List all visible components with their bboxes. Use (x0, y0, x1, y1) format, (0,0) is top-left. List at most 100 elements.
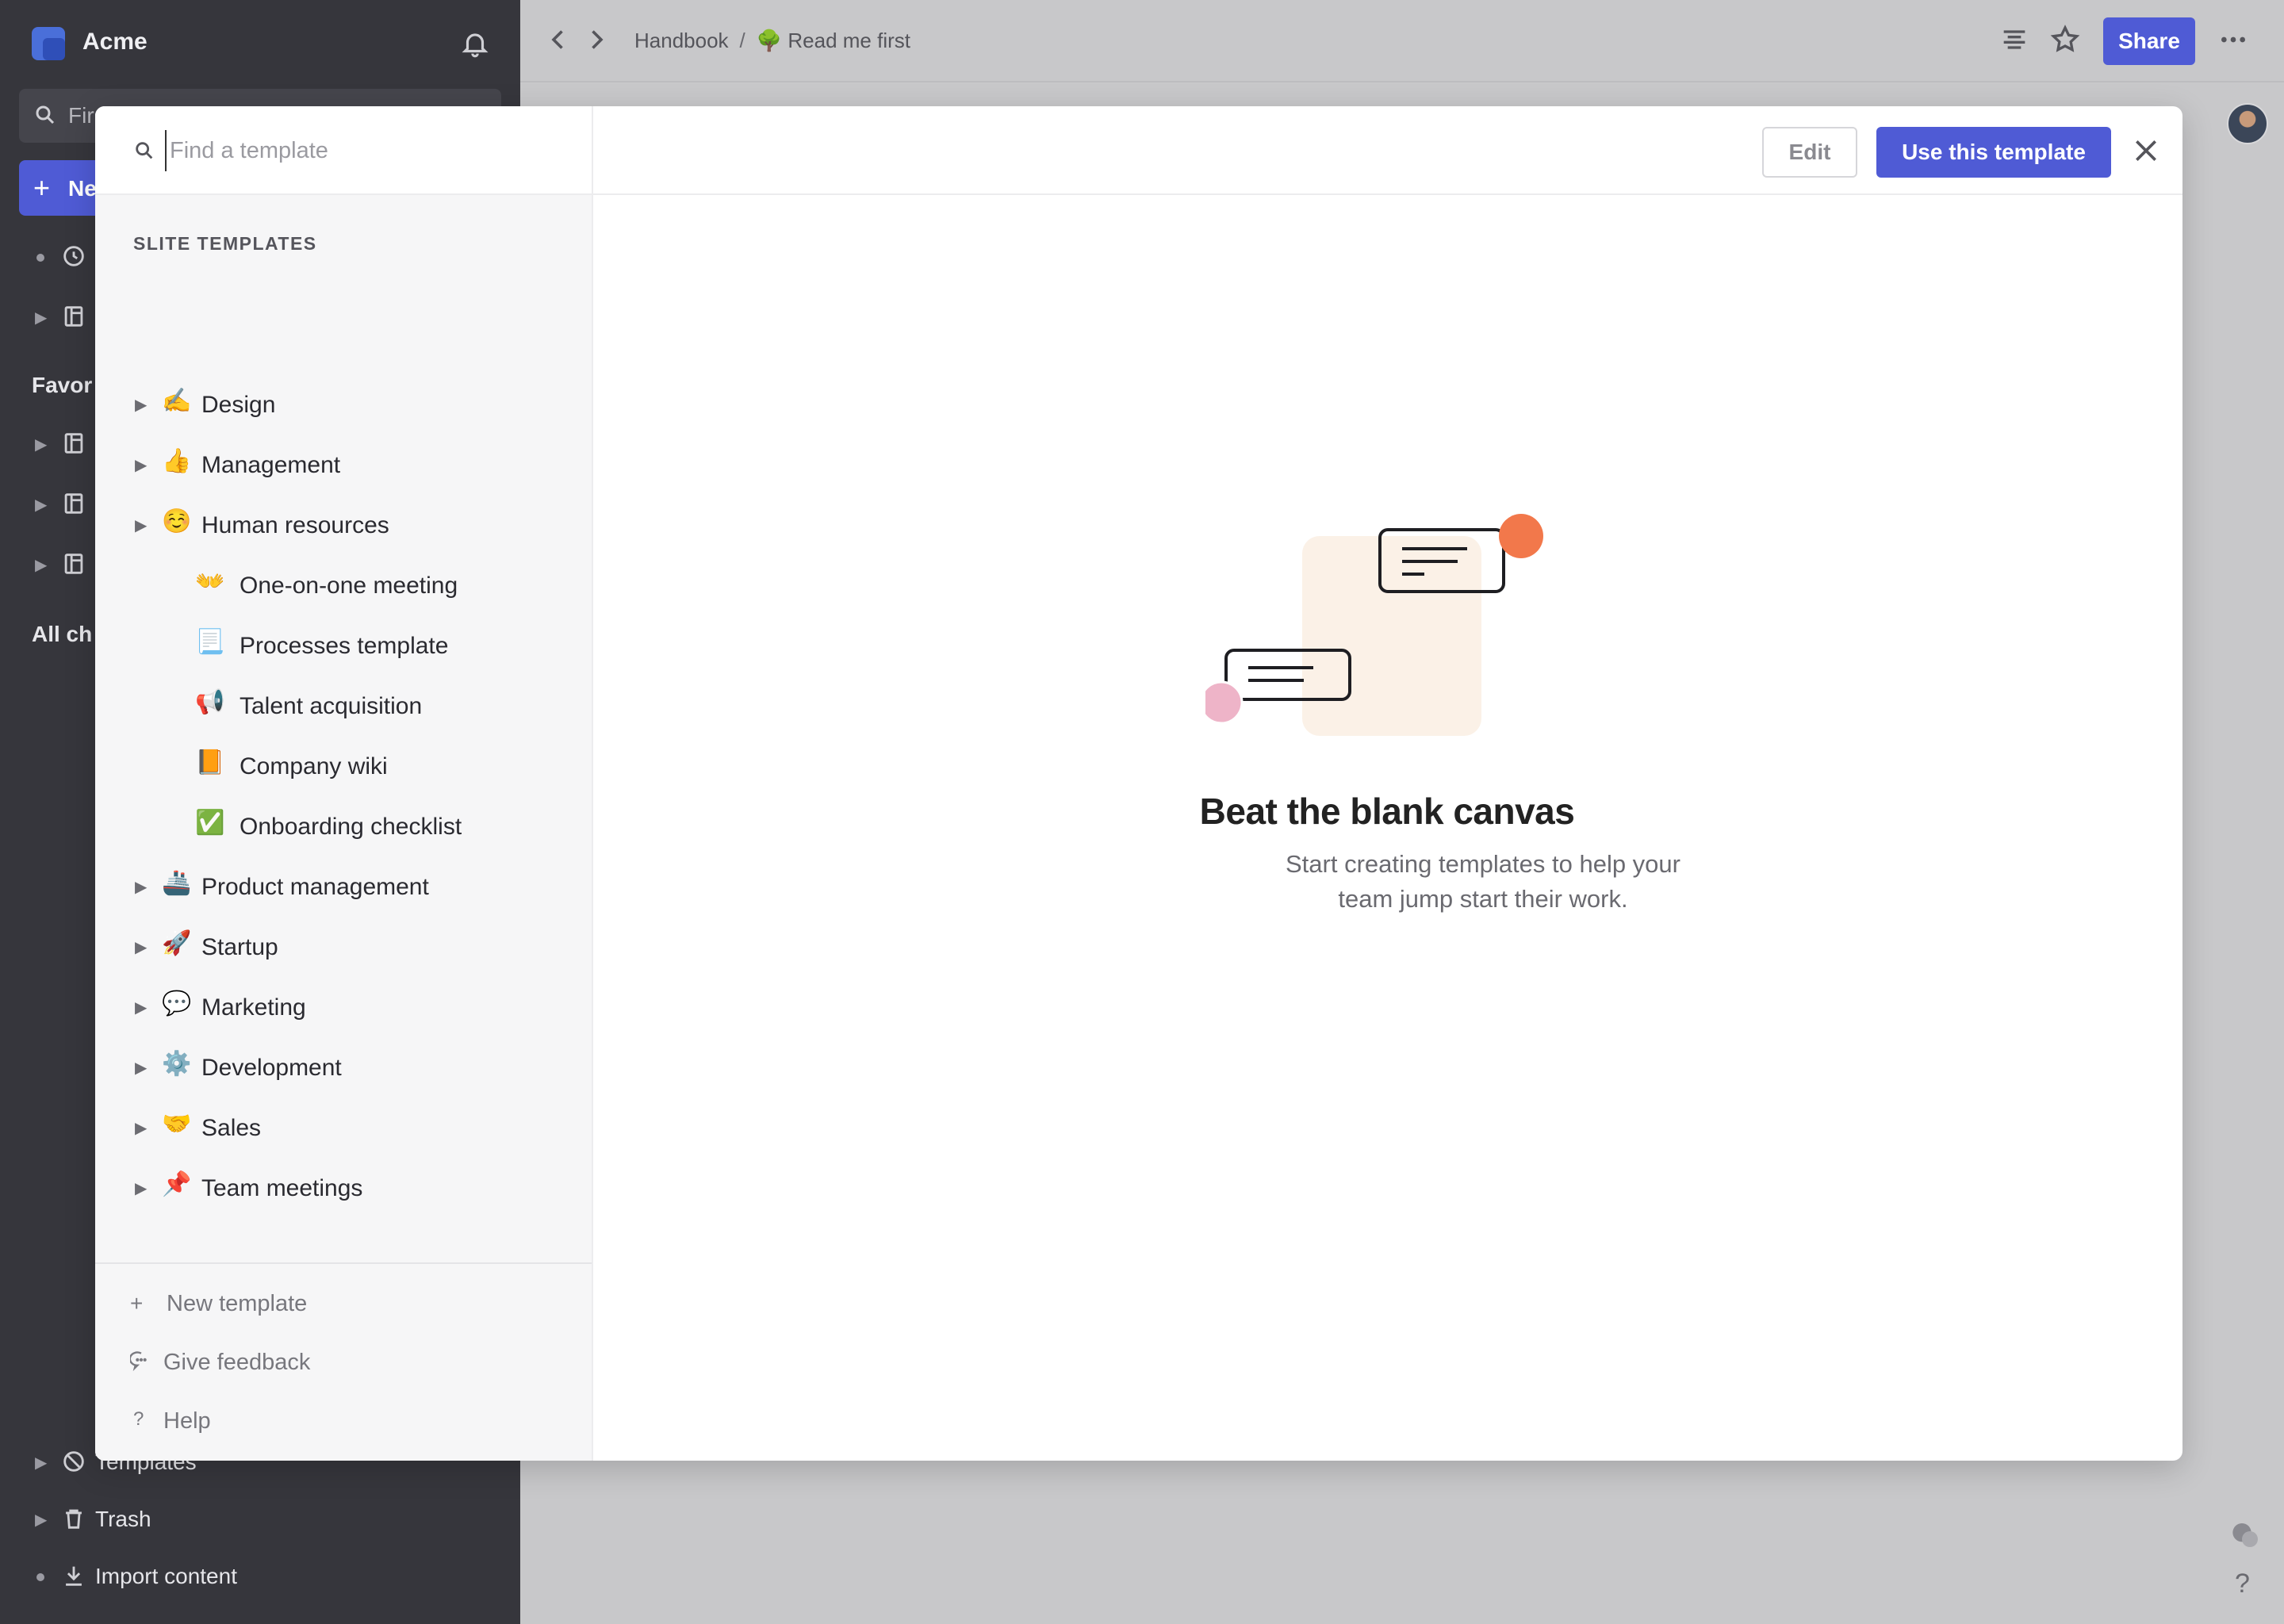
speech-bubble-emoji-icon: 💬 (162, 990, 192, 1017)
section-title: SLITE TEMPLATES (133, 233, 317, 254)
sidebar-item-label: Trash (95, 1507, 151, 1531)
feedback-bubble-icon (130, 1351, 147, 1372)
template-label: Marketing (201, 994, 306, 1021)
doc-icon (64, 553, 83, 574)
check-mark-emoji-icon: ✅ (195, 810, 225, 836)
breadcrumb: Handbook / 🌳 Read me first (634, 29, 910, 53)
template-label: One-on-one meeting (240, 573, 458, 599)
empty-state-description: Start creating templates to help your te… (1286, 850, 1680, 913)
tree-emoji-icon: 🌳 (756, 29, 783, 52)
template-category-product-management[interactable]: ▶ 🚢 Product management (95, 858, 592, 918)
template-item-onboarding-checklist[interactable]: ✅ Onboarding checklist (95, 798, 592, 858)
new-template-label: New template (167, 1291, 308, 1316)
expand-arrow-icon[interactable]: ▶ (135, 1118, 147, 1138)
template-category-marketing[interactable]: ▶ 💬 Marketing (95, 979, 592, 1039)
bullet-icon (36, 1573, 44, 1581)
more-options-icon[interactable] (2217, 24, 2249, 56)
template-category-team-meetings[interactable]: ▶ 📌 Team meetings (95, 1159, 592, 1220)
templates-icon (63, 1451, 84, 1472)
expand-arrow-icon[interactable]: ▶ (135, 395, 147, 415)
workspace-logo[interactable] (32, 27, 65, 60)
star-icon[interactable] (2049, 24, 2081, 56)
edit-button[interactable]: Edit (1762, 127, 1857, 178)
template-item-processes[interactable]: 📃 Processes template (95, 617, 592, 677)
expand-arrow-icon[interactable]: ▶ (135, 1058, 147, 1078)
template-category-development[interactable]: ▶ ⚙️ Development (95, 1039, 592, 1099)
expand-arrow-icon[interactable]: ▶ (35, 1510, 47, 1530)
clock-icon (63, 246, 84, 266)
close-icon[interactable] (2130, 135, 2162, 167)
ship-emoji-icon: 🚢 (162, 870, 192, 896)
plus-icon: + (33, 171, 51, 204)
search-icon (36, 105, 55, 124)
template-label: Human resources (201, 512, 389, 538)
doc-icon (64, 306, 83, 327)
template-item-talent-acquisition[interactable]: 📢 Talent acquisition (95, 677, 592, 737)
notifications-bell-icon[interactable] (460, 29, 490, 59)
writing-hand-emoji-icon: ✍️ (162, 388, 192, 414)
expand-arrow-icon[interactable]: ▶ (135, 998, 147, 1017)
open-hands-emoji-icon: 👐 (195, 569, 225, 595)
forward-arrow-icon[interactable] (582, 25, 611, 54)
template-category-startup[interactable]: ▶ 🚀 Startup (95, 918, 592, 979)
plus-icon: + (130, 1291, 144, 1316)
expand-arrow-icon[interactable]: ▶ (135, 937, 147, 957)
all-channels-heading: All ch (32, 622, 93, 646)
use-template-button[interactable]: Use this template (1876, 127, 2111, 178)
expand-arrow-icon[interactable]: ▶ (35, 1453, 47, 1473)
workspace-name[interactable]: Acme (82, 29, 148, 56)
megaphone-emoji-icon: 📢 (195, 689, 225, 715)
modal-header: Edit Use this template (592, 106, 2182, 195)
expand-arrow-icon[interactable]: ▶ (135, 515, 147, 535)
rocket-emoji-icon: 🚀 (162, 930, 192, 956)
breadcrumb-separator: / (739, 29, 745, 52)
favorites-heading: Favor (32, 373, 93, 397)
expand-arrow-icon[interactable]: ▶ (135, 455, 147, 475)
breadcrumb-parent[interactable]: Handbook (634, 29, 729, 52)
back-arrow-icon[interactable] (544, 25, 573, 54)
template-category-human-resources[interactable]: ▶ ☺️ Human resources (95, 496, 592, 557)
template-picker-modal: SLITE TEMPLATES ▶ ✍️ Design ▶ 👍 Manageme… (95, 106, 2182, 1461)
template-item-company-wiki[interactable]: 📙 Company wiki (95, 737, 592, 798)
template-item-one-on-one[interactable]: 👐 One-on-one meeting (95, 557, 592, 617)
template-label: Management (201, 452, 341, 478)
expand-arrow-icon[interactable]: ▶ (35, 555, 47, 575)
search-icon (136, 142, 153, 159)
expand-arrow-icon[interactable]: ▶ (135, 1178, 147, 1198)
expand-arrow-icon[interactable]: ▶ (135, 877, 147, 897)
template-search (95, 106, 592, 195)
template-label: Sales (201, 1115, 262, 1141)
template-category-management[interactable]: ▶ 👍 Management (95, 436, 592, 496)
expand-arrow-icon[interactable]: ▶ (35, 435, 47, 454)
smiling-face-emoji-icon: ☺️ (162, 508, 192, 534)
bullet-icon (36, 254, 44, 262)
chat-bubbles-icon[interactable] (2230, 1519, 2262, 1551)
template-label: Team meetings (201, 1175, 363, 1201)
template-label: Design (201, 392, 276, 418)
user-avatar[interactable] (2227, 103, 2268, 144)
question-mark-icon: ? (133, 1408, 144, 1430)
outline-icon[interactable] (1998, 24, 2030, 56)
trash-icon (66, 1509, 82, 1529)
expand-arrow-icon[interactable]: ▶ (35, 495, 47, 515)
template-label: Product management (201, 874, 429, 900)
template-label: Onboarding checklist (240, 814, 462, 840)
template-category-sales[interactable]: ▶ 🤝 Sales (95, 1099, 592, 1159)
pushpin-emoji-icon: 📌 (162, 1171, 192, 1197)
help-question-icon[interactable]: ? (2235, 1568, 2250, 1599)
thumbs-up-emoji-icon: 👍 (162, 448, 192, 474)
book-emoji-icon: 📙 (195, 749, 225, 776)
empty-state-title: Beat the blank canvas (1199, 791, 1575, 832)
template-list-panel: SLITE TEMPLATES ▶ ✍️ Design ▶ 👍 Manageme… (95, 106, 593, 1461)
template-panel-footer: + New template Give feedback ? Help (95, 1262, 592, 1461)
share-button[interactable]: Share (2103, 17, 2195, 65)
new-doc-label: Ne (68, 176, 97, 201)
help-label: Help (163, 1408, 211, 1434)
import-icon (66, 1566, 82, 1586)
sidebar-item-label: Import content (95, 1564, 237, 1588)
template-label: Talent acquisition (240, 693, 423, 719)
template-search-input[interactable] (165, 130, 568, 171)
breadcrumb-current[interactable]: Read me first (788, 29, 910, 52)
template-category-design[interactable]: ▶ ✍️ Design (95, 376, 592, 436)
expand-arrow-icon[interactable]: ▶ (35, 308, 47, 327)
